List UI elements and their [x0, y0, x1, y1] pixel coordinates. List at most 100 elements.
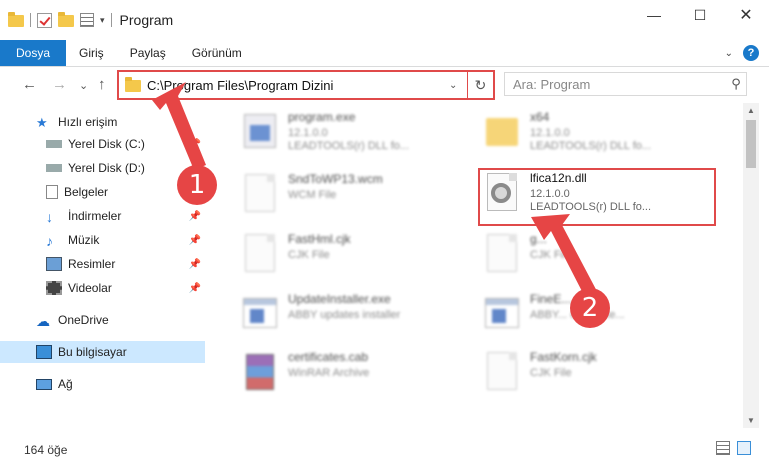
tab-file[interactable]: Dosya — [0, 40, 67, 66]
file-icon — [487, 352, 517, 390]
navigation-pane: ★ Hızlı erişim Yerel Disk (C:) 📌 Yerel D… — [0, 107, 207, 427]
archive-icon — [246, 354, 274, 390]
ribbon-tabs: Dosya Giriş Paylaş Görünüm ⌄ ? — [0, 40, 769, 67]
close-button[interactable]: ✕ — [723, 0, 769, 30]
sidebar-item-pictures[interactable]: Resimler 📌 — [0, 253, 205, 275]
documents-icon — [46, 185, 58, 199]
pin-icon[interactable]: 📌 — [189, 259, 201, 270]
drive-icon — [46, 164, 62, 172]
divider — [30, 13, 31, 27]
pin-icon[interactable]: 📌 — [189, 283, 201, 294]
sidebar-item-label: Yerel Disk (D:) — [68, 161, 145, 175]
sidebar-item-label: Hızlı erişim — [58, 115, 118, 129]
tab-home[interactable]: Giriş — [66, 40, 117, 66]
address-path[interactable]: C:\Program Files\Program Dizini — [147, 78, 449, 93]
file-name: certificates.cab — [288, 350, 369, 364]
details-view-icon[interactable] — [716, 441, 730, 455]
search-box[interactable]: Ara: Program ⚲ — [504, 72, 747, 96]
file-meta: 12.1.0.0 — [530, 127, 570, 139]
sidebar-item-videos[interactable]: Videolar 📌 — [0, 277, 205, 299]
file-item[interactable]: g... CJK File — [482, 232, 722, 284]
tab-view[interactable]: Görünüm — [179, 40, 255, 66]
maximize-button[interactable]: ☐ — [677, 0, 723, 30]
videos-icon — [46, 281, 62, 295]
file-meta: CJK File — [288, 249, 330, 261]
recent-locations-button[interactable]: ⌄ — [79, 79, 88, 92]
minimize-button[interactable]: — — [631, 0, 677, 30]
download-icon: ↓ — [46, 209, 53, 225]
pin-icon[interactable]: 📌 — [189, 211, 201, 222]
file-meta: 12.1.0.0 — [288, 127, 328, 139]
drive-icon — [46, 140, 62, 148]
sidebar-item-label: İndirmeler — [68, 209, 122, 223]
music-icon: ♪ — [46, 233, 53, 249]
scroll-up-icon[interactable]: ▲ — [743, 106, 759, 115]
file-item[interactable]: FastHml.cjk CJK File — [240, 232, 480, 284]
sidebar-item-network[interactable]: Ağ — [0, 373, 205, 395]
file-item[interactable]: x64 12.1.0.0 LEADTOOLS(r) DLL fo... — [482, 110, 722, 162]
folder-icon[interactable] — [8, 12, 24, 27]
folder-icon — [486, 118, 518, 146]
divider — [110, 13, 112, 27]
sidebar-item-quick-access[interactable]: ★ Hızlı erişim — [0, 111, 205, 133]
window-title: Program — [119, 12, 174, 28]
network-icon — [36, 378, 52, 390]
file-meta: ABBY updates installer — [288, 309, 401, 321]
scrollbar-thumb[interactable] — [746, 120, 756, 168]
help-icon[interactable]: ? — [743, 45, 759, 61]
scroll-down-icon[interactable]: ▼ — [743, 416, 759, 425]
sidebar-item-this-pc[interactable]: Bu bilgisayar — [0, 341, 205, 363]
expand-ribbon-chevron-icon[interactable]: ⌄ — [725, 48, 733, 59]
up-button[interactable]: ↑ — [98, 76, 106, 93]
search-input[interactable]: Ara: Program — [513, 77, 726, 92]
sidebar-item-drive-d[interactable]: Yerel Disk (D:) 📌 — [0, 157, 205, 179]
sidebar-item-label: OneDrive — [58, 313, 109, 327]
file-item[interactable]: FastKorn.cjk CJK File — [482, 350, 722, 402]
back-button[interactable]: ← — [22, 76, 37, 93]
address-dropdown-icon[interactable]: ⌄ — [449, 80, 463, 91]
vertical-scrollbar[interactable]: ▲ ▼ — [743, 103, 759, 428]
sidebar-item-music[interactable]: ♪ Müzik 📌 — [0, 229, 205, 251]
file-list: program.exe 12.1.0.0 LEADTOOLS(r) DLL fo… — [220, 107, 740, 427]
sidebar-item-label: Resimler — [68, 257, 116, 271]
pictures-icon — [46, 257, 62, 271]
address-bar[interactable]: C:\Program Files\Program Dizini ⌄ ↻ — [117, 70, 495, 100]
sidebar-item-drive-c[interactable]: Yerel Disk (C:) 📌 — [0, 133, 205, 155]
title-bar: ▾ Program — ☐ ✕ — [0, 0, 769, 40]
file-name: FastHml.cjk — [288, 232, 351, 246]
forward-button[interactable]: → — [52, 76, 67, 93]
new-folder-icon[interactable] — [58, 12, 74, 27]
sidebar-item-documents[interactable]: Belgeler 📌 — [0, 181, 205, 203]
file-item[interactable]: SndToWP13.wcm WCM File — [240, 172, 480, 224]
file-icon — [245, 174, 275, 212]
tab-share[interactable]: Paylaş — [117, 40, 179, 66]
selected-file-highlight — [478, 168, 716, 226]
pin-icon[interactable]: 📌 — [189, 139, 201, 150]
file-meta: WCM File — [288, 189, 337, 201]
sidebar-item-label: Bu bilgisayar — [58, 345, 127, 359]
installer-icon — [243, 298, 277, 328]
file-icon — [245, 234, 275, 272]
folder-icon — [125, 77, 141, 92]
search-icon[interactable]: ⚲ — [726, 76, 746, 92]
step-1-badge: 1 — [177, 165, 217, 205]
pin-icon[interactable]: 📌 — [189, 235, 201, 246]
customize-toolbar-arrow-icon[interactable]: ▾ — [100, 15, 105, 26]
quick-access-toolbar: ▾ — [0, 12, 112, 28]
sidebar-item-label: Belgeler — [64, 185, 109, 199]
sidebar-item-onedrive[interactable]: ☁ OneDrive — [0, 309, 205, 331]
properties-check-icon[interactable] — [37, 12, 52, 28]
view-properties-icon[interactable] — [80, 13, 94, 27]
sidebar-item-downloads[interactable]: ↓ İndirmeler 📌 — [0, 205, 205, 227]
step-2-badge: 2 — [570, 288, 610, 328]
file-item[interactable]: UpdateInstaller.exe ABBY updates install… — [240, 292, 480, 344]
file-meta: CJK File — [530, 367, 572, 379]
refresh-button[interactable]: ↻ — [467, 72, 493, 98]
sidebar-item-label: Yerel Disk (C:) — [68, 137, 145, 151]
star-icon: ★ — [36, 115, 48, 130]
file-item[interactable]: program.exe 12.1.0.0 LEADTOOLS(r) DLL fo… — [240, 110, 480, 162]
large-icons-view-icon[interactable] — [737, 441, 751, 455]
file-item[interactable]: certificates.cab WinRAR Archive — [240, 350, 480, 402]
file-name: SndToWP13.wcm — [288, 172, 383, 186]
sidebar-item-label: Videolar — [68, 281, 112, 295]
